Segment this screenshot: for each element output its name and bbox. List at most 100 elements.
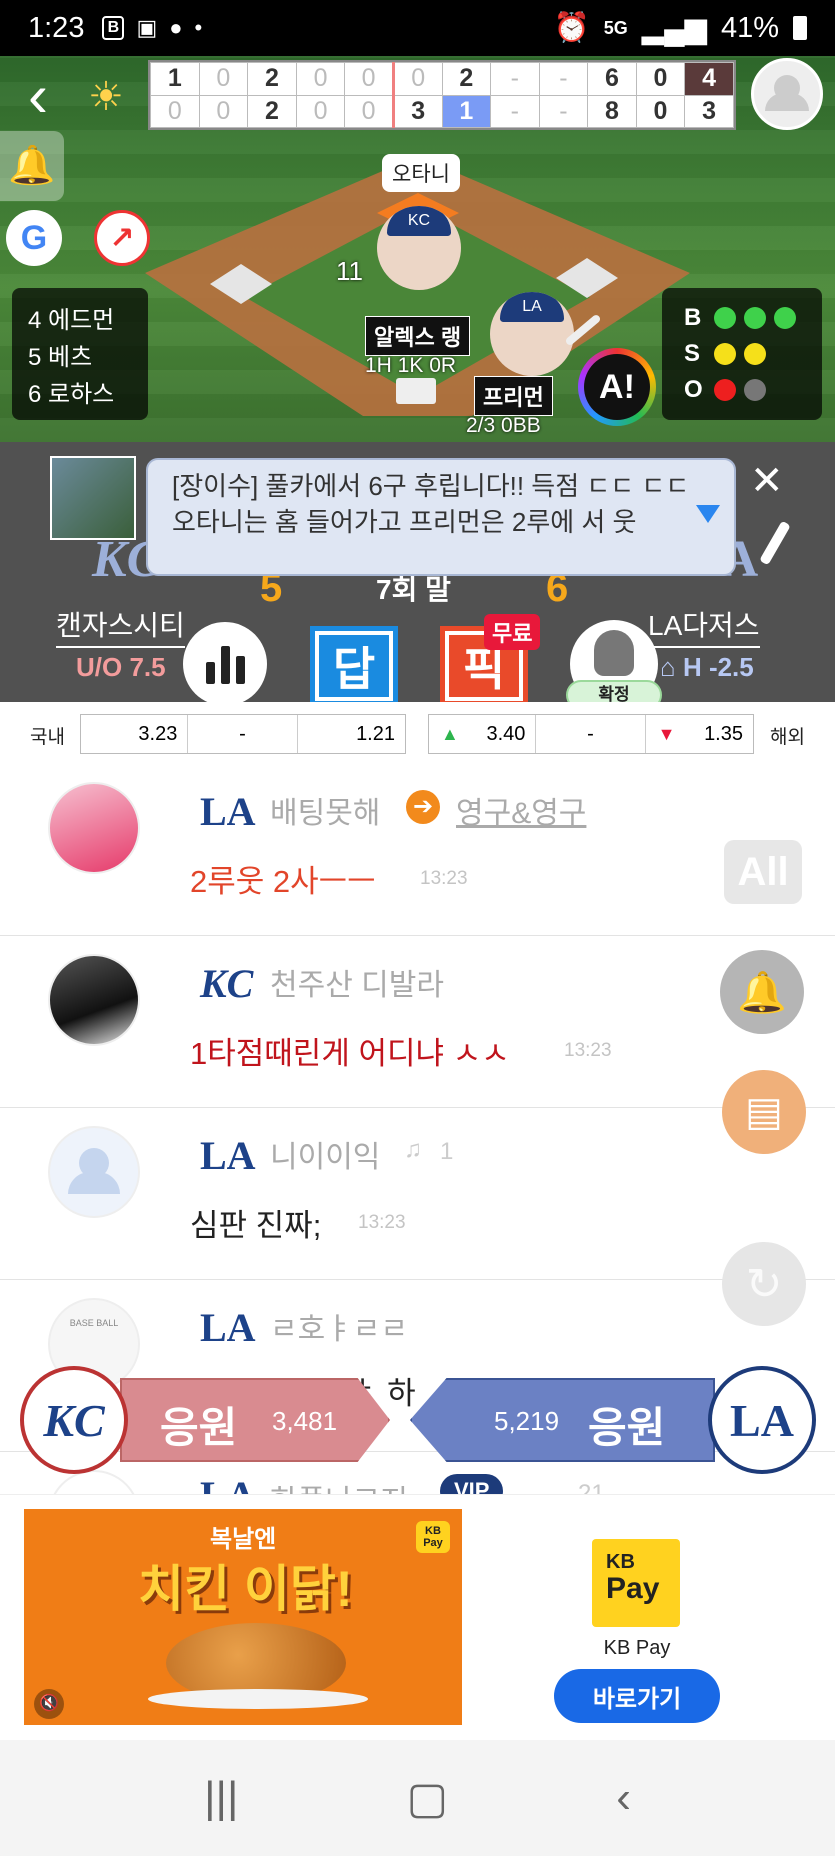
bell-count: 1 <box>440 1138 454 1165</box>
google-search-button[interactable]: G <box>6 210 62 266</box>
batter-stats: 2/3 0BB <box>466 414 541 437</box>
close-icon[interactable]: ✕ <box>750 458 784 504</box>
odds-draw[interactable]: - <box>536 715 646 753</box>
strike-dot <box>744 343 766 365</box>
expand-arrow-icon[interactable] <box>696 505 720 523</box>
domestic-odds: 3.23 - 1.21 <box>80 714 406 754</box>
chat-nickname[interactable]: 배팅못해 <box>270 788 380 832</box>
home-team-name[interactable]: LA다저스 <box>648 604 760 648</box>
cheer-kc-label: 응원 <box>160 1404 238 1451</box>
kb-pay-logo: KB Pay <box>592 1539 680 1627</box>
pitcher-stats: 1H 1K 0R <box>365 354 457 377</box>
chat-nickname[interactable]: 천주산 디발라 <box>270 960 444 1004</box>
odds-home[interactable]: ▼ 1.35 <box>646 715 753 753</box>
dot-icon: • <box>194 15 203 40</box>
notice-thumbnail[interactable] <box>50 456 136 540</box>
strike-dot <box>714 343 736 365</box>
app-b-icon: B <box>102 16 125 40</box>
cheer-la-label: 응원 <box>588 1404 666 1451</box>
refresh-icon[interactable]: ↻ <box>722 1242 806 1326</box>
recent-apps-icon[interactable]: ||| <box>204 1773 238 1823</box>
odds-away[interactable]: 3.23 <box>81 715 189 753</box>
free-badge: 무료 <box>484 614 541 650</box>
reply-arrow-icon: ➔ <box>406 790 440 824</box>
chat-message[interactable]: LA 니이이익 ♫ 1 심판 진짜; 13:23 <box>0 1108 835 1280</box>
pitcher-avatar: KC <box>377 206 461 290</box>
cheer-la-button[interactable] <box>410 1378 715 1462</box>
alarm-icon: ⏰ <box>553 12 590 44</box>
ad-go-button[interactable]: 바로가기 <box>554 1669 720 1723</box>
down-arrow-icon: ▼ <box>657 723 676 744</box>
reply-target[interactable]: 영구&영구 <box>456 788 586 832</box>
trend-icon[interactable]: ↗ <box>94 210 150 266</box>
chat-nickname[interactable]: 니이이익 <box>270 1132 380 1176</box>
answer-button[interactable]: 답 <box>310 626 398 706</box>
live-notice[interactable]: [장이수] 풀카에서 6구 후립니다!! 득점 ㄷㄷ ㄷㄷ 오타니는 홈 들어가… <box>146 458 736 576</box>
cheer-la-logo[interactable]: LA <box>708 1366 816 1474</box>
lineup-item: 5 베츠 <box>28 344 93 371</box>
batter-avatar: LA <box>490 292 574 376</box>
away-team-name[interactable]: 캔자스시티 <box>56 604 185 648</box>
network-label: 5G <box>603 17 628 38</box>
ad-cta-panel[interactable]: KB Pay KB Pay 바로가기 <box>462 1509 812 1725</box>
cheer-kc-count: 3,481 <box>272 1406 338 1436</box>
home-icon[interactable]: ▢ <box>407 1773 449 1824</box>
all-filter-button[interactable]: All <box>724 840 802 904</box>
status-bar: 1:23 B ▣ ● • ⏰ 5G ▂▄▆ 41% <box>0 0 835 56</box>
won-icon: ● <box>169 15 183 40</box>
mute-icon[interactable]: 🔇 <box>34 1689 64 1719</box>
out-dot <box>744 379 766 401</box>
ball-dot <box>714 307 736 329</box>
ball-dot <box>744 307 766 329</box>
user-avatar[interactable] <box>48 1126 140 1218</box>
chat-text: 1타점때린게 어디냐 ㅅㅅ <box>190 1036 510 1071</box>
weather-icon: ☀ <box>88 75 124 119</box>
list-icon[interactable]: ▤ <box>722 1070 806 1154</box>
batter-name: 프리먼 <box>474 376 553 416</box>
cheer-kc-logo[interactable]: KC <box>20 1366 128 1474</box>
chat-time: 13:23 <box>358 1212 406 1233</box>
bell-count: 21 <box>578 1480 605 1494</box>
odds-draw[interactable]: - <box>188 715 298 753</box>
scoreboard: 1 0 2 0 0 0 2 - - 6 0 4 0 0 2 0 0 3 1 - … <box>148 60 736 130</box>
signal-icon: ▂▄▆ <box>641 12 707 45</box>
home-plate <box>396 378 436 404</box>
cheer-la-count: 5,219 <box>494 1406 560 1436</box>
battery-icon <box>793 16 807 40</box>
ad-image[interactable]: 복날엔 치킨 이닭! KB Pay 🔇 <box>24 1509 462 1725</box>
lineup-item: 4 에드먼 <box>28 307 115 334</box>
ad-headline: 치킨 이닭! <box>138 1561 353 1617</box>
chat-text: 심판 진짜; <box>190 1208 322 1243</box>
back-button[interactable]: ‹ <box>28 66 78 136</box>
domestic-label: 국내 <box>30 727 65 748</box>
team-la-icon: LA <box>200 1133 256 1178</box>
baseball-field-view: ‹ ☀ 1 0 2 0 0 0 2 - - 6 0 4 0 0 2 0 0 3 … <box>0 56 835 442</box>
user-avatar[interactable] <box>48 954 140 1046</box>
odds-away[interactable]: ▲ 3.40 <box>429 715 537 753</box>
notification-bell-icon[interactable]: 🔔 <box>0 131 64 201</box>
user-avatar[interactable] <box>48 782 140 874</box>
ai-button[interactable]: A! <box>578 348 656 426</box>
runner-number: 11 <box>336 256 363 286</box>
ad-banner[interactable]: 복날엔 치킨 이닭! KB Pay 🔇 KB Pay KB Pay 바로가기 <box>0 1494 835 1740</box>
ball-dot <box>774 307 796 329</box>
ad-brand-name: KB Pay <box>603 1637 671 1659</box>
pitcher-name: 알렉스 랭 <box>365 316 471 356</box>
chat-nickname[interactable]: ㄹ호ㅑㄹㄹ <box>270 1304 408 1348</box>
out-dot <box>714 379 736 401</box>
chat-message[interactable]: LA 배팅못해 ➔ 영구&영구 2루웃 2사ㅡㅡ 13:23 <box>0 764 835 936</box>
battery-percent: 41% <box>720 11 779 44</box>
status-time: 1:23 <box>28 11 85 44</box>
handicap-odds: ⌂ H -2.5 <box>660 652 754 682</box>
cheer-bar: 응원 3,481 5,219 응원 KC LA <box>0 1360 835 1480</box>
overseas-label: 해외 <box>770 727 805 748</box>
user-avatar-button[interactable] <box>751 58 823 130</box>
plate-image <box>148 1689 368 1709</box>
chat-message[interactable]: KC 천주산 디발라 1타점때린게 어디냐 ㅅㅅ 13:23 <box>0 936 835 1108</box>
lineup-item: 6 로하스 <box>28 381 115 408</box>
odds-home[interactable]: 1.21 <box>298 715 405 753</box>
ball-strike-out-count: B S O <box>662 288 822 420</box>
stats-chart-button[interactable] <box>183 622 267 706</box>
bell-icon[interactable]: 🔔 <box>720 950 804 1034</box>
back-icon[interactable]: ‹ <box>616 1773 631 1823</box>
